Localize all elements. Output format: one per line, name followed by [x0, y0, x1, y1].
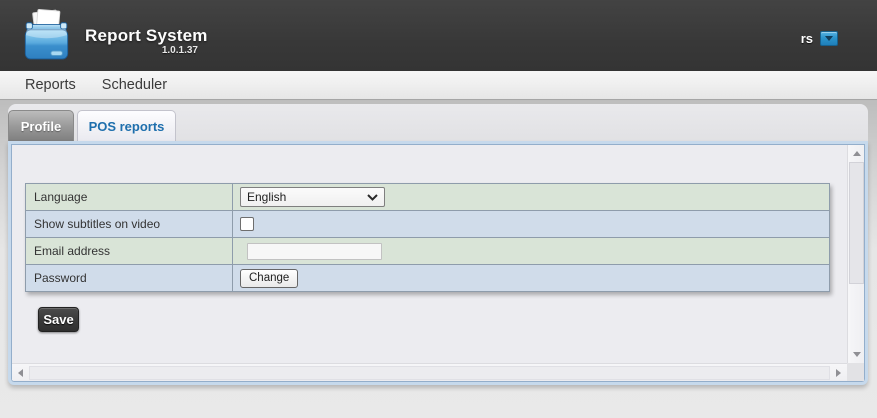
triangle-up-icon [853, 151, 861, 156]
nav-item-reports[interactable]: Reports [25, 77, 76, 93]
main-container: Profile POS reports Language English [8, 104, 868, 385]
scroll-right-button[interactable] [830, 364, 847, 381]
user-menu-button[interactable] [820, 31, 838, 46]
tab-profile[interactable]: Profile [8, 110, 74, 141]
language-label: Language [26, 184, 233, 210]
form-row-email: Email address [26, 238, 829, 265]
chevron-down-icon [825, 36, 833, 41]
nav-item-scheduler[interactable]: Scheduler [102, 77, 167, 93]
form-row-language: Language English [26, 184, 829, 211]
tab-pos-reports-label: POS reports [89, 119, 165, 134]
page-background: Profile POS reports Language English [0, 100, 877, 418]
save-button[interactable]: Save [38, 307, 79, 332]
triangle-left-icon [18, 369, 23, 377]
subtitles-checkbox[interactable] [240, 217, 254, 231]
triangle-down-icon [853, 352, 861, 357]
email-input[interactable] [247, 243, 382, 260]
horizontal-scrollbar-thumb[interactable] [29, 366, 830, 380]
content-panel: Language English Show subtitles on video [8, 141, 868, 385]
user-initials-label: rs [801, 31, 813, 46]
form-row-subtitles: Show subtitles on video [26, 211, 829, 238]
change-password-button[interactable]: Change [240, 269, 298, 288]
tab-bar: Profile POS reports [8, 104, 868, 141]
app-title: Report System [85, 26, 208, 46]
user-menu[interactable]: rs [801, 29, 838, 47]
scroll-left-button[interactable] [12, 364, 29, 381]
tab-profile-label: Profile [21, 119, 61, 134]
password-label: Password [26, 265, 233, 291]
triangle-right-icon [836, 369, 841, 377]
tab-pos-reports[interactable]: POS reports [77, 110, 176, 141]
profile-tab-content: Language English Show subtitles on video [12, 145, 864, 381]
email-label: Email address [26, 238, 233, 264]
horizontal-scrollbar[interactable] [12, 363, 847, 380]
profile-form-table: Language English Show subtitles on video [25, 183, 830, 292]
subtitles-label: Show subtitles on video [26, 211, 233, 237]
scrollbar-corner [847, 363, 864, 381]
vertical-scrollbar[interactable] [847, 145, 864, 363]
vertical-scrollbar-thumb[interactable] [849, 162, 864, 284]
app-header: Report System 1.0.1.37 rs [0, 0, 877, 71]
language-select-value: English [247, 190, 286, 204]
report-box-logo-icon [20, 7, 73, 65]
chevron-down-icon [367, 194, 378, 201]
main-nav: Reports Scheduler [0, 71, 877, 100]
language-select[interactable]: English [240, 187, 385, 207]
form-row-password: Password Change [26, 265, 829, 291]
scroll-up-button[interactable] [848, 145, 864, 162]
scroll-down-button[interactable] [848, 346, 864, 363]
app-version: 1.0.1.37 [85, 45, 198, 56]
